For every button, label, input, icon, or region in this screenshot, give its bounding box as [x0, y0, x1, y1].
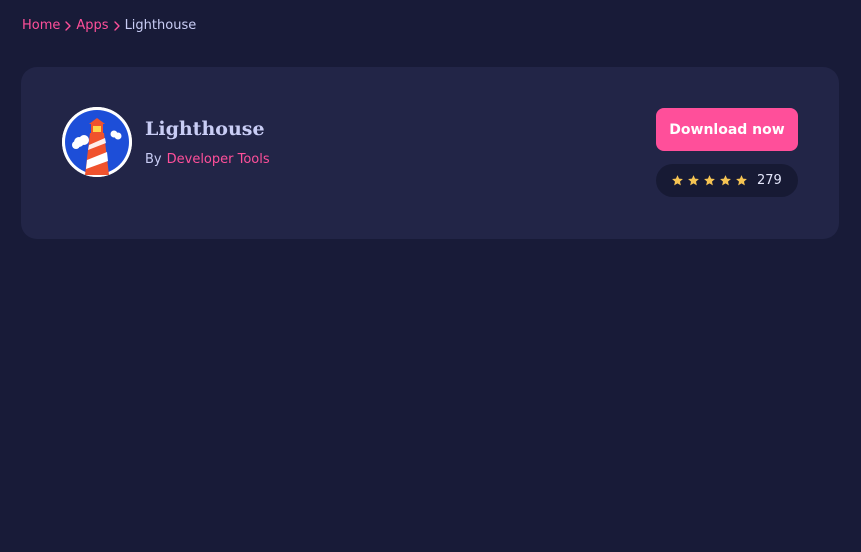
star-icon [719, 174, 732, 187]
star-icon [735, 174, 748, 187]
developer-link[interactable]: Developer Tools [167, 151, 270, 169]
lighthouse-logo-icon [62, 107, 132, 177]
breadcrumb-home-link[interactable]: Home [22, 17, 60, 35]
page-title: Lighthouse [145, 118, 265, 140]
app-card: Lighthouse By Developer Tools Download n… [21, 67, 839, 239]
by-label: By [145, 152, 162, 167]
rating-count: 279 [757, 173, 782, 188]
breadcrumb-apps-link[interactable]: Apps [76, 17, 108, 35]
rating-badge: 279 [656, 164, 798, 197]
download-button[interactable]: Download now [656, 108, 798, 151]
star-icon [671, 174, 684, 187]
breadcrumb-current: Lighthouse [124, 18, 197, 33]
chevron-right-icon [64, 21, 72, 31]
star-rating [671, 174, 751, 187]
star-icon [703, 174, 716, 187]
app-author: By Developer Tools [145, 151, 270, 169]
chevron-right-icon [113, 21, 121, 31]
star-icon [687, 174, 700, 187]
breadcrumb: Home Apps Lighthouse [22, 17, 196, 35]
